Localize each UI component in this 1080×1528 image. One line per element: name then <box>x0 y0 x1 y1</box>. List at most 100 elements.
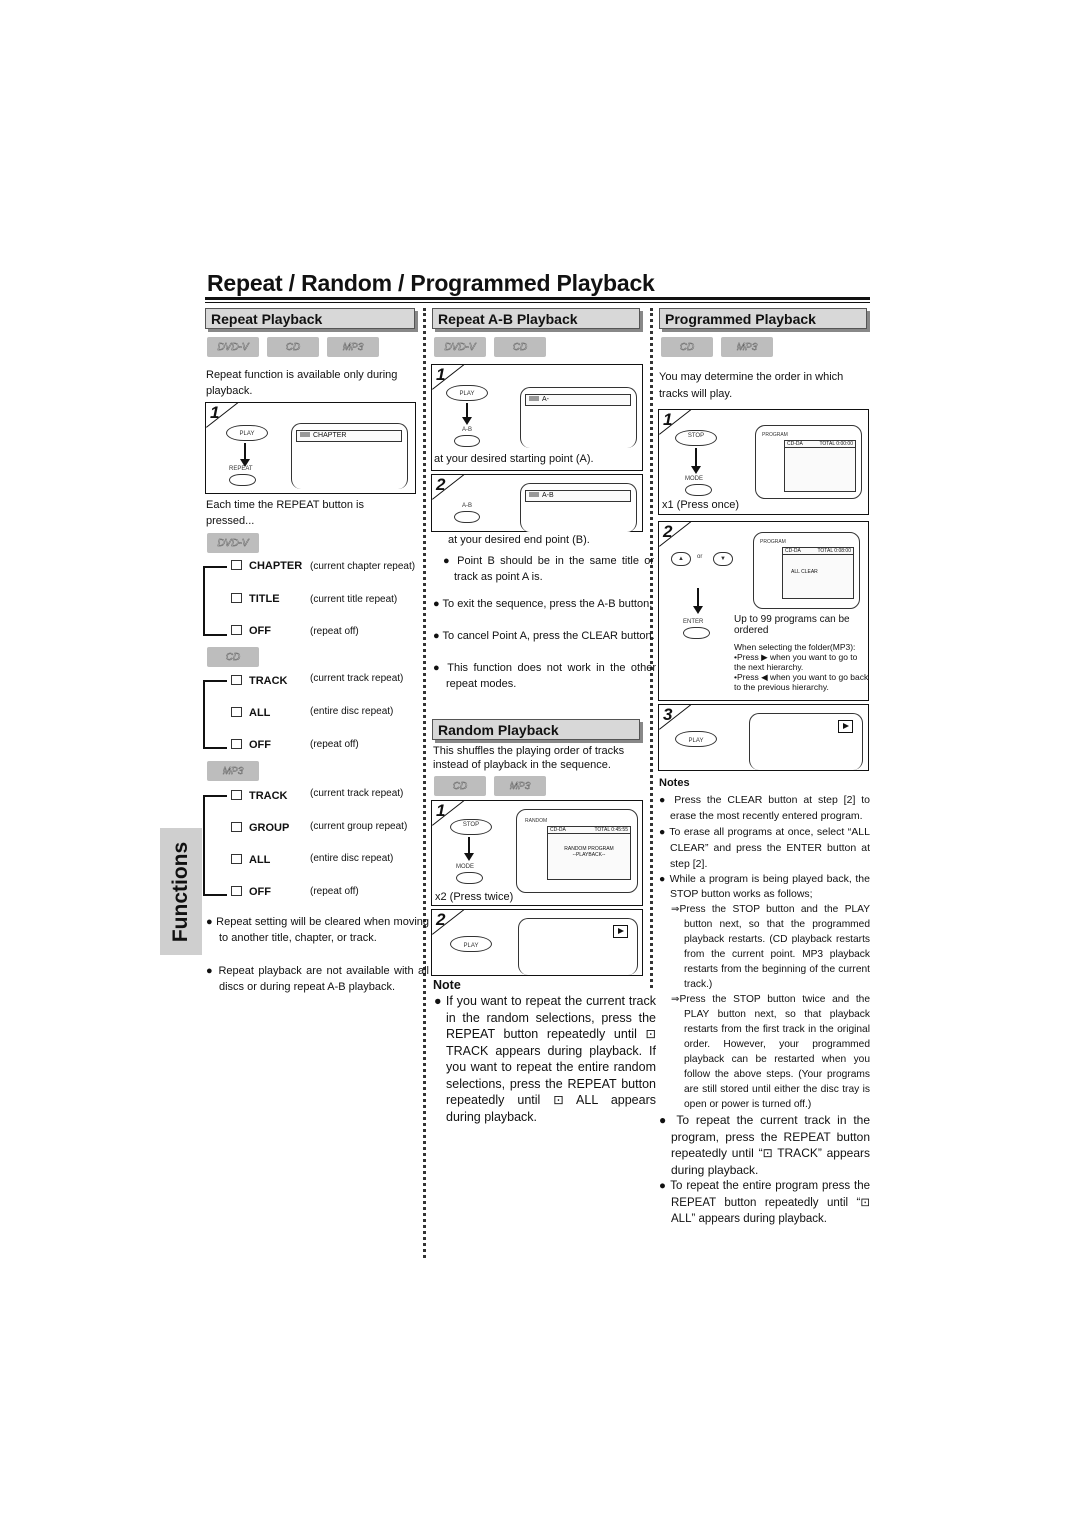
screen-osd: A- <box>525 394 631 406</box>
folder-instructions: When selecting the folder(MP3): •Press ▶… <box>734 642 869 692</box>
mode-all: ALL <box>231 707 270 719</box>
title-rule <box>205 297 870 300</box>
section-header-program: Programmed Playback <box>659 308 867 329</box>
all-clear-option: ALL CLEAR <box>791 569 818 575</box>
random-step-2: 2 PLAY <box>431 909 643 976</box>
repeat-intro: Repeat function is available only during… <box>206 369 398 397</box>
step-number: 1 <box>436 365 446 384</box>
step-number: 1 <box>210 403 220 422</box>
program-step-2: 2 ▲ or ▼ ENTER PROGRAM CD-DA TOTAL 0:08:0… <box>658 521 869 701</box>
down-button-illustration: ▼ <box>713 552 733 566</box>
screen-osd: CD-DA TOTAL 0:45:55 RANDOM PROGRAM --PLAY… <box>547 826 631 880</box>
down-arrow-icon <box>240 443 250 467</box>
down-arrow-icon <box>693 588 703 614</box>
random-step-1: 1 STOP MODE RANDOM CD-DA TOTAL 0:45:55 RA… <box>431 800 643 906</box>
tv-screen: CHAPTER <box>291 423 408 489</box>
stop-note: ⇒Press the STOP button and the PLAY butt… <box>671 904 870 990</box>
mode-desc: (repeat off) <box>310 626 359 637</box>
stop-note: ⇒Press the STOP button twice and the PLA… <box>671 994 870 1110</box>
mode-desc: (current track repeat) <box>310 673 404 684</box>
repeat-label: REPEAT <box>229 466 253 472</box>
osd-text: A-B <box>542 492 554 499</box>
repeat-note: ● Repeat playback are not available with… <box>206 965 430 993</box>
badge-cd: CD <box>267 337 319 357</box>
screen-osd: CD-DA TOTAL 0:08:00 ALL CLEAR <box>782 547 854 599</box>
ab-step-2: 2 A-B A-B <box>431 474 643 532</box>
step-caption: x2 (Press twice) <box>435 891 514 903</box>
ab-button-illustration <box>454 435 480 447</box>
mode-desc: (repeat off) <box>310 886 359 897</box>
program-note: ● To erase all programs at once, select … <box>659 826 870 870</box>
step-caption: at your desired end point (B). <box>448 534 590 546</box>
ab-note: ● This function does not work in the oth… <box>433 662 656 690</box>
program-notes: ● Press the CLEAR button at step [2] to … <box>659 792 870 1228</box>
mode-title: TITLE <box>231 593 280 605</box>
mode-desc: (current chapter repeat) <box>310 561 416 572</box>
mode-label: MODE <box>456 864 474 870</box>
screen-osd: A-B <box>525 490 631 502</box>
mode-track: TRACK <box>231 790 288 802</box>
tv-screen <box>518 918 638 975</box>
program-note: ● To repeat the entire program press the… <box>659 1180 870 1225</box>
mode-desc: (entire disc repeat) <box>310 706 394 717</box>
mode-chapter: CHAPTER <box>231 560 302 572</box>
mode-button-illustration <box>456 872 483 884</box>
program-note: ● To repeat the current track in the pro… <box>659 1113 870 1177</box>
mode-group: GROUP <box>231 822 289 834</box>
page-title: Repeat / Random / Programmed Playback <box>207 270 655 296</box>
step-caption: x1 (Press once) <box>662 499 740 511</box>
section-header-repeat: Repeat Playback <box>205 308 415 329</box>
repeat-button-illustration <box>229 474 256 486</box>
mode-all: ALL <box>231 854 270 866</box>
mode-off: OFF <box>231 739 271 751</box>
osd-text: --PLAYBACK-- <box>572 852 606 858</box>
ab-label: A-B <box>462 503 473 509</box>
step-number: 2 <box>663 522 673 541</box>
badge-mp3: MP3 <box>207 761 259 781</box>
tv-screen: RANDOM CD-DA TOTAL 0:45:55 RANDOM PROGRAM… <box>516 809 638 893</box>
tv-screen: A- <box>520 387 637 448</box>
column-divider <box>650 308 653 988</box>
up-button-illustration: ▲ <box>671 552 691 566</box>
play-button-illustration: PLAY <box>226 425 268 441</box>
ab-label: A-B <box>462 427 473 433</box>
badge-mp3: MP3 <box>494 776 546 796</box>
mode-off: OFF <box>231 625 271 637</box>
side-tab-label: Functions <box>169 841 192 942</box>
repeat-note: ● Repeat setting will be cleared when mo… <box>206 916 430 944</box>
stop-button-illustration: STOP <box>675 430 717 446</box>
badge-dvd: DVD-V <box>207 337 259 357</box>
down-arrow-icon <box>462 403 472 425</box>
note-heading: Note <box>433 978 461 992</box>
notes-heading: Notes <box>659 777 690 789</box>
step-number: 1 <box>663 410 673 429</box>
badge-dvd: DVD-V <box>434 337 486 357</box>
tv-screen: PROGRAM CD-DA TOTAL 0:08:00 ALL CLEAR <box>753 532 860 609</box>
badge-cd: CD <box>661 337 713 357</box>
ab-button-illustration <box>454 511 480 523</box>
enter-label: ENTER <box>683 619 704 625</box>
program-note: ● While a program is being played back, … <box>659 873 870 900</box>
random-note: ● If you want to repeat the current trac… <box>434 994 656 1124</box>
functions-side-tab: Functions <box>160 828 202 955</box>
osd-title: PROGRAM <box>760 539 786 545</box>
section-header-ab: Repeat A-B Playback <box>432 308 640 329</box>
step-number: 2 <box>436 475 446 494</box>
down-arrow-icon <box>691 448 701 474</box>
screen-osd: CD-DA TOTAL 0:00:00 <box>784 440 856 492</box>
ab-note: ● To exit the sequence, press the A-B bu… <box>433 598 653 610</box>
play-button-illustration: PLAY <box>450 936 492 952</box>
mode-label: MODE <box>685 476 703 482</box>
play-icon <box>838 720 853 733</box>
random-intro: This shuffles the playing order of track… <box>433 745 625 771</box>
title-rule-thin <box>205 302 870 303</box>
osd-text: A- <box>542 396 549 403</box>
step-caption: at your desired starting point (A). <box>434 453 594 465</box>
column-divider <box>423 308 426 1258</box>
down-arrow-icon <box>464 837 474 861</box>
mode-desc: (current group repeat) <box>310 821 408 832</box>
play-button-illustration: PLAY <box>446 385 488 401</box>
or-label: or <box>697 554 703 560</box>
program-step-1: 1 STOP MODE PROGRAM CD-DA TOTAL 0:00:00 x… <box>658 409 869 515</box>
ab-note: ● To cancel Point A, press the CLEAR but… <box>433 630 655 642</box>
